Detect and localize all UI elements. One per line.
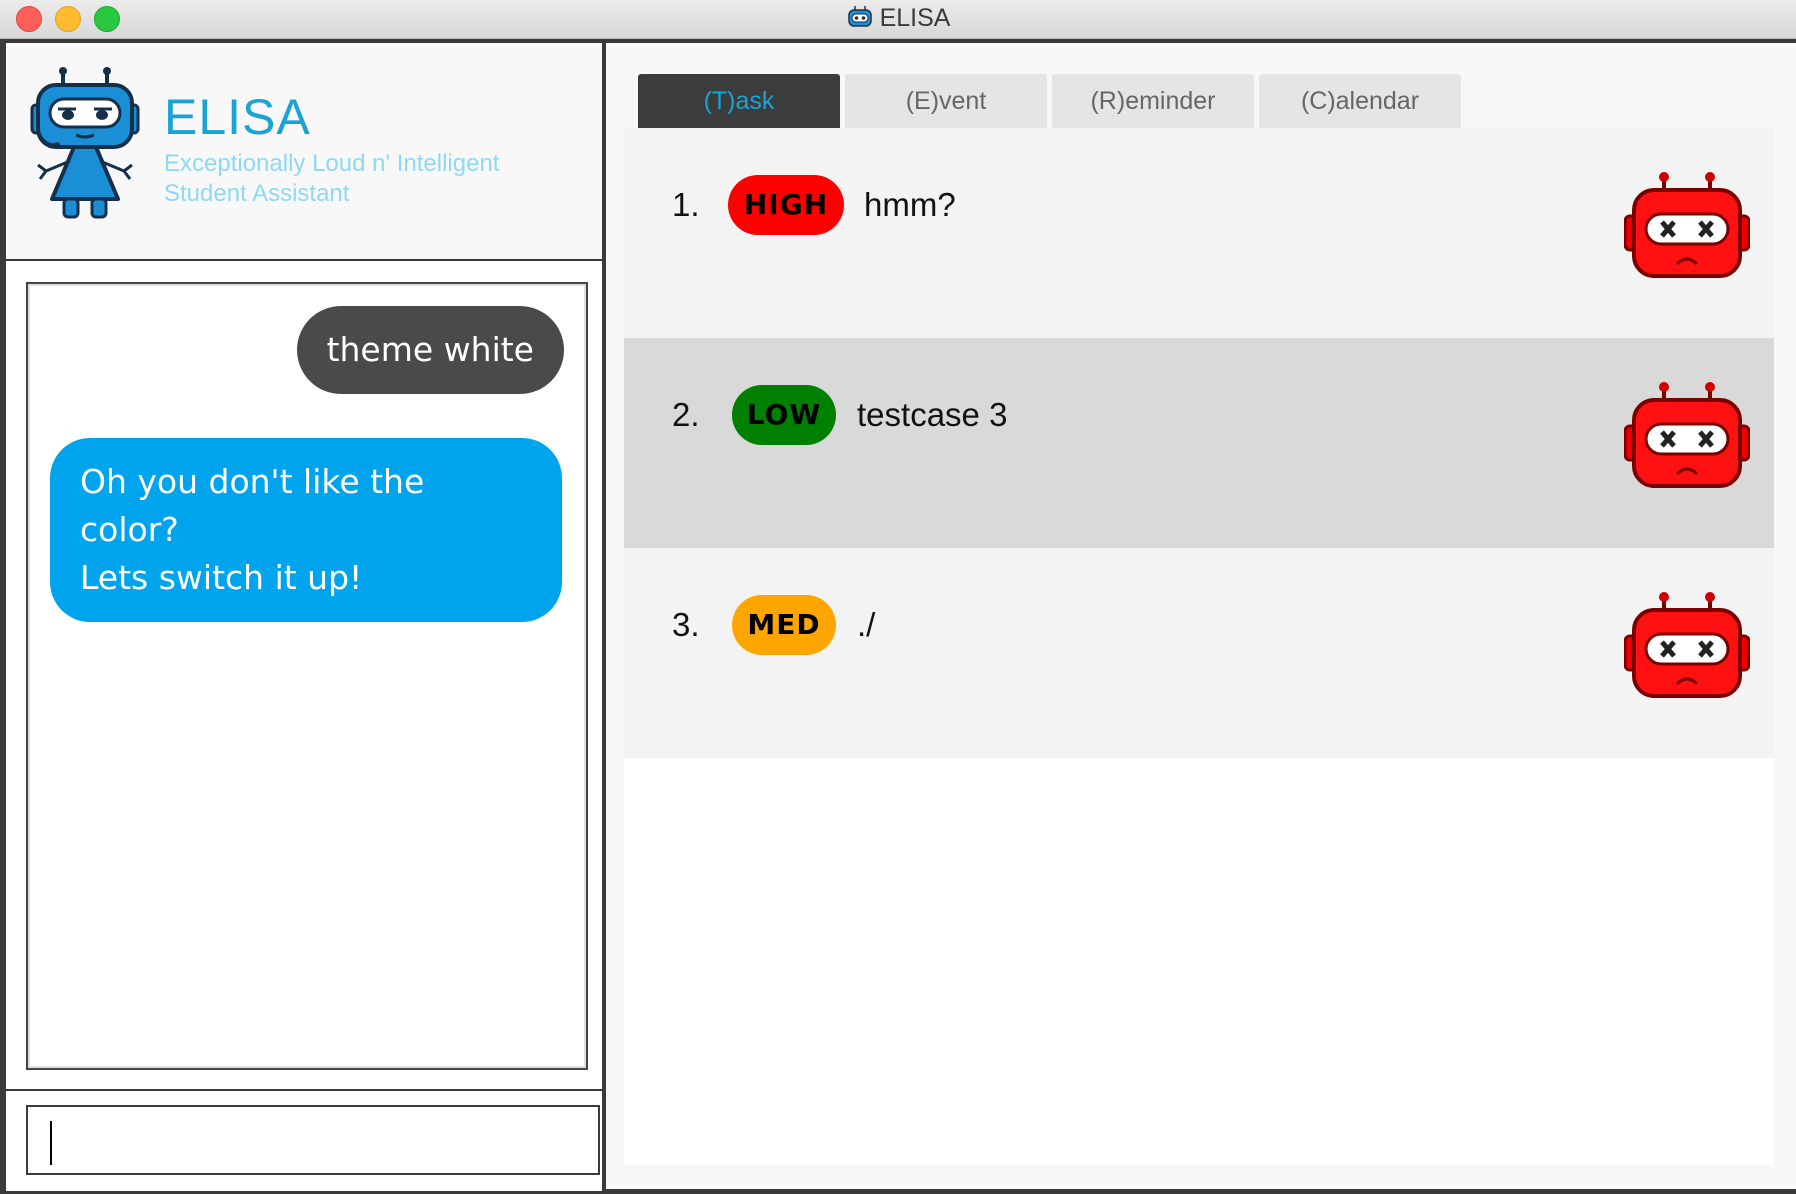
priority-badge: HIGH	[728, 175, 844, 235]
chat-panel: ELISA Exceptionally Loud n' Intelligent …	[6, 43, 602, 1191]
robot-sad-icon	[1624, 382, 1750, 488]
window-title: ELISA	[0, 4, 1796, 33]
bot-message-line-1: Oh you don't like the color?	[80, 462, 425, 549]
tab-task[interactable]: (T)ask	[638, 74, 840, 128]
app-name: ELISA	[164, 89, 311, 145]
robot-sad-icon	[1624, 172, 1750, 278]
chat-history[interactable]: theme white Oh you don't like the color?…	[26, 282, 588, 1070]
elisa-robot-logo-icon	[30, 67, 140, 219]
app-tagline: Exceptionally Loud n' Intelligent Studen…	[164, 149, 584, 209]
task-number: 3.	[672, 606, 700, 643]
priority-badge: LOW	[732, 385, 836, 445]
window-title-text: ELISA	[879, 4, 951, 32]
title-bar: ELISA	[0, 0, 1796, 39]
bot-message-line-2: Lets switch it up!	[80, 558, 363, 597]
robot-sad-icon	[1624, 592, 1750, 698]
task-row[interactable]: 2. LOW testcase 3	[624, 338, 1774, 548]
task-description: testcase 3	[857, 396, 1008, 433]
task-number: 2.	[672, 396, 700, 433]
app-robot-icon	[847, 6, 872, 27]
task-description: hmm?	[864, 186, 956, 223]
text-cursor	[50, 1121, 52, 1165]
priority-badge: MED	[732, 595, 836, 655]
task-description: ./	[857, 606, 876, 643]
app-header: ELISA Exceptionally Loud n' Intelligent …	[6, 43, 602, 261]
task-row[interactable]: 3. MED ./	[624, 548, 1774, 758]
tagline-line-2: Student Assistant	[164, 180, 350, 207]
bot-message-bubble: Oh you don't like the color? Lets switch…	[50, 438, 562, 622]
tagline-line-1: Exceptionally Loud n' Intelligent	[164, 150, 500, 177]
user-message-bubble: theme white	[296, 306, 564, 394]
task-panel: (T)ask (E)vent (R)eminder (C)alendar 1. …	[606, 43, 1796, 1189]
task-list[interactable]: 1. HIGH hmm? 2. LOW testcase 3 3. MED ./	[624, 128, 1774, 1165]
tab-reminder[interactable]: (R)eminder	[1052, 74, 1254, 128]
command-input[interactable]	[26, 1105, 600, 1175]
input-area	[6, 1089, 602, 1191]
tab-event[interactable]: (E)vent	[845, 74, 1047, 128]
task-row[interactable]: 1. HIGH hmm?	[624, 128, 1774, 338]
task-number: 1.	[672, 186, 700, 223]
tab-calendar[interactable]: (C)alendar	[1259, 74, 1461, 128]
